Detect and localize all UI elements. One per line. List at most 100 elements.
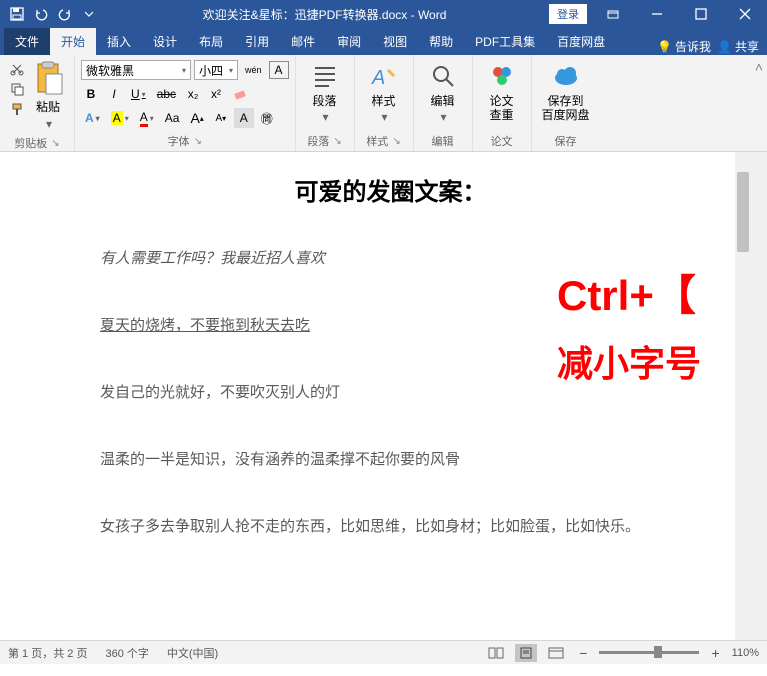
- web-layout-icon[interactable]: [545, 644, 567, 662]
- lightbulb-icon: 💡: [657, 40, 672, 54]
- styles-icon: A: [368, 60, 400, 92]
- maximize-icon[interactable]: [679, 0, 723, 28]
- chevron-down-icon: ▾: [46, 117, 52, 131]
- group-label-clipboard: 剪贴板: [14, 135, 47, 151]
- char-shading-button[interactable]: A: [234, 108, 254, 128]
- group-label-styles: 样式: [366, 133, 388, 149]
- copy-icon[interactable]: [8, 80, 26, 98]
- text-effects-button[interactable]: A▾: [81, 108, 104, 128]
- annotation-line-2: 减小字号: [557, 335, 701, 387]
- clear-formatting-icon[interactable]: [229, 84, 253, 104]
- char-border-button[interactable]: A: [269, 61, 289, 79]
- group-label-editing: 编辑: [420, 131, 466, 151]
- underline-button[interactable]: U▾: [127, 84, 150, 104]
- format-painter-icon[interactable]: [8, 100, 26, 118]
- group-clipboard: 粘贴▾ 剪贴板 ↘: [0, 55, 75, 151]
- qat-customize-icon[interactable]: [78, 3, 100, 25]
- save-to-baidu-button[interactable]: 保存到 百度网盘: [538, 58, 594, 125]
- tell-me-button[interactable]: 💡告诉我: [657, 38, 711, 55]
- redo-icon[interactable]: [54, 3, 76, 25]
- read-mode-icon[interactable]: [485, 644, 507, 662]
- tab-insert[interactable]: 插入: [96, 28, 142, 55]
- zoom-level[interactable]: 110%: [732, 647, 759, 659]
- cut-icon[interactable]: [8, 60, 26, 78]
- thesis-check-button[interactable]: 论文 查重: [479, 58, 525, 125]
- doc-line-5[interactable]: 女孩子多去争取别人抢不走的东西，比如思维，比如身材；比如脸蛋，比如快乐。: [100, 515, 681, 536]
- group-save-baidu: 保存到 百度网盘 保存: [532, 55, 600, 151]
- minimize-icon[interactable]: [635, 0, 679, 28]
- tab-view[interactable]: 视图: [372, 28, 418, 55]
- doc-line-4[interactable]: 温柔的一半是知识，没有涵养的温柔撑不起你要的风骨: [100, 448, 681, 469]
- dialog-launcher-icon[interactable]: ↘: [333, 136, 341, 147]
- font-color-button[interactable]: A▾: [136, 108, 158, 128]
- document-area[interactable]: 可爱的发圈文案： 有人需要工作吗？我最近招人喜欢 夏天的烧烤，不要拖到秋天去吃 …: [0, 152, 767, 640]
- strikethrough-button[interactable]: abc: [153, 84, 180, 104]
- superscript-button[interactable]: x²: [206, 84, 226, 104]
- login-button[interactable]: 登录: [549, 4, 587, 24]
- annotation-overlay: Ctrl+【 减小字号: [557, 262, 701, 387]
- status-bar: 第 1 页，共 2 页 360 个字 中文(中国) − + 110%: [0, 640, 767, 664]
- group-label-save: 保存: [538, 131, 594, 151]
- page-indicator[interactable]: 第 1 页，共 2 页: [8, 645, 87, 661]
- tab-design[interactable]: 设计: [142, 28, 188, 55]
- subscript-button[interactable]: x₂: [183, 84, 203, 104]
- bold-button[interactable]: B: [81, 84, 101, 104]
- change-case-button[interactable]: Aa: [161, 108, 184, 128]
- cloud-icon: [550, 60, 582, 92]
- group-thesis: 论文 查重 论文: [473, 55, 532, 151]
- italic-button[interactable]: I: [104, 84, 124, 104]
- tab-pdf-tools[interactable]: PDF工具集: [464, 28, 546, 55]
- dialog-launcher-icon[interactable]: ↘: [51, 138, 59, 149]
- tab-mailings[interactable]: 邮件: [280, 28, 326, 55]
- search-icon: [427, 60, 459, 92]
- dialog-launcher-icon[interactable]: ↘: [392, 136, 400, 147]
- group-label-paragraph: 段落: [307, 133, 329, 149]
- language-indicator[interactable]: 中文(中国): [167, 645, 218, 661]
- tab-help[interactable]: 帮助: [418, 28, 464, 55]
- shrink-font-button[interactable]: A▾: [211, 108, 231, 128]
- doc-heading[interactable]: 可爱的发圈文案：: [100, 172, 681, 207]
- window-title: 欢迎关注&星标：迅捷PDF转换器.docx - Word: [100, 6, 549, 23]
- group-label-font: 字体: [168, 133, 190, 149]
- ribbon: 粘贴▾ 剪贴板 ↘ 微软雅黑▾ 小四▾ wén A B I U▾ abc x₂ x…: [0, 55, 767, 152]
- group-paragraph: 段落▾ 段落 ↘: [296, 55, 355, 151]
- save-icon[interactable]: [6, 3, 28, 25]
- tab-home[interactable]: 开始: [50, 28, 96, 55]
- highlight-button[interactable]: A▾: [107, 108, 133, 128]
- zoom-slider-thumb[interactable]: [654, 646, 662, 658]
- tab-baidu[interactable]: 百度网盘: [546, 28, 616, 55]
- tab-review[interactable]: 审阅: [326, 28, 372, 55]
- word-count[interactable]: 360 个字: [105, 645, 148, 661]
- vertical-scrollbar[interactable]: [735, 152, 751, 640]
- close-icon[interactable]: [723, 0, 767, 28]
- share-button[interactable]: 👤共享: [717, 38, 759, 55]
- zoom-slider[interactable]: [599, 651, 699, 654]
- quick-access-toolbar: [0, 3, 100, 25]
- grow-font-button[interactable]: A▴: [186, 108, 207, 128]
- collapse-ribbon-icon[interactable]: ˄: [751, 55, 767, 151]
- zoom-out-button[interactable]: −: [575, 645, 591, 661]
- tab-file[interactable]: 文件: [4, 28, 50, 55]
- paragraph-icon: [309, 60, 341, 92]
- thesis-icon: [486, 60, 518, 92]
- font-name-input[interactable]: 微软雅黑▾: [81, 60, 191, 80]
- scroll-thumb[interactable]: [737, 172, 749, 252]
- phonetic-guide-button[interactable]: wén: [241, 60, 266, 80]
- font-size-input[interactable]: 小四▾: [194, 60, 238, 80]
- paste-button[interactable]: 粘贴▾: [28, 58, 68, 133]
- styles-button[interactable]: A 样式▾: [361, 58, 407, 127]
- group-font: 微软雅黑▾ 小四▾ wén A B I U▾ abc x₂ x² A▾ A▾ A…: [75, 55, 296, 151]
- group-editing: 编辑▾ 编辑: [414, 55, 473, 151]
- svg-text:A: A: [371, 67, 385, 89]
- editing-button[interactable]: 编辑▾: [420, 58, 466, 127]
- zoom-in-button[interactable]: +: [707, 645, 723, 661]
- enclose-char-button[interactable]: ㉄: [257, 108, 277, 128]
- tab-references[interactable]: 引用: [234, 28, 280, 55]
- tab-layout[interactable]: 布局: [188, 28, 234, 55]
- paragraph-button[interactable]: 段落▾: [302, 58, 348, 127]
- dialog-launcher-icon[interactable]: ↘: [194, 136, 202, 147]
- ribbon-display-icon[interactable]: [591, 0, 635, 28]
- paste-icon: [32, 60, 64, 96]
- undo-icon[interactable]: [30, 3, 52, 25]
- print-layout-icon[interactable]: [515, 644, 537, 662]
